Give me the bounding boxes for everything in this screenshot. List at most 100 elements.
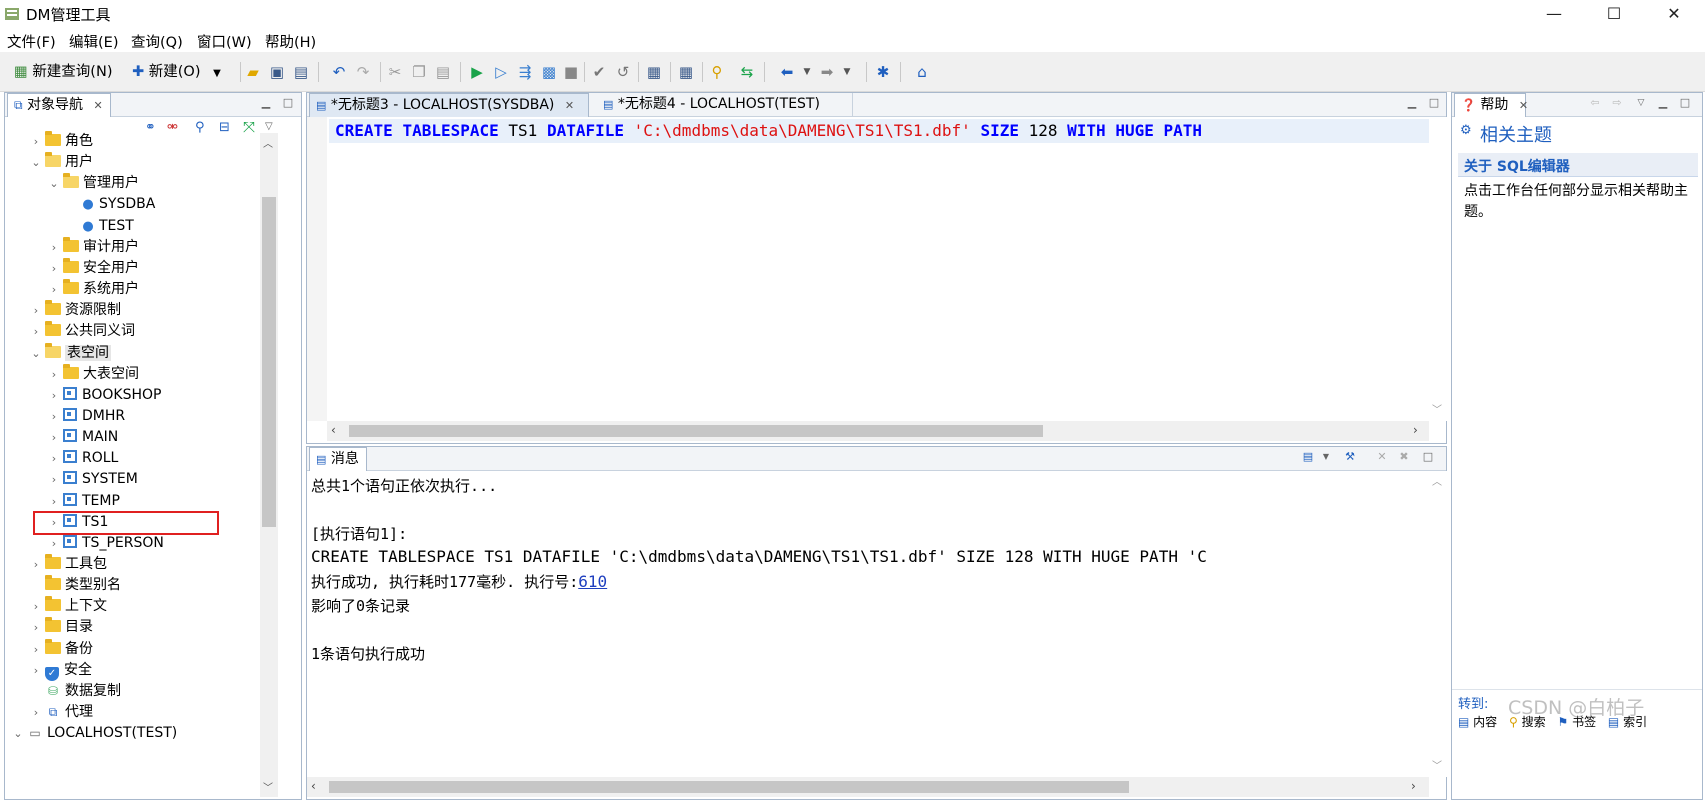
tree-item[interactable]: › TEMP — [47, 491, 120, 512]
tree-item[interactable]: › 安全用户 — [47, 257, 139, 279]
tab-object-navigator[interactable]: ⧉ 对象导航 ✕ — [7, 93, 111, 117]
debug-search-icon[interactable]: ⚲ — [708, 63, 726, 81]
forward-icon[interactable]: ⇨ — [1610, 96, 1624, 110]
tree-item[interactable]: › DMHR — [47, 406, 125, 427]
tree-item[interactable]: ● SYSDBA — [65, 194, 155, 215]
editor-hscroll-thumb[interactable] — [349, 425, 1043, 437]
chevron-right-icon[interactable]: › — [47, 469, 61, 490]
tree-item[interactable]: › BOOKSHOP — [47, 385, 161, 406]
messages-hscrollbar[interactable]: ‹ › — [307, 777, 1429, 797]
chevron-down-icon[interactable]: ▼ — [1319, 450, 1333, 464]
chevron-right-icon[interactable]: › — [47, 258, 61, 279]
close-button[interactable]: ✕ — [1648, 0, 1700, 28]
tree-item[interactable]: › 系统用户 — [47, 279, 139, 300]
tree-item[interactable]: ⌄ ▭ LOCALHOST(TEST) — [11, 723, 177, 744]
menu-edit[interactable]: 编辑(E) — [69, 31, 118, 52]
chevron-right-icon[interactable]: › — [47, 237, 61, 258]
back-dropdown-icon[interactable]: ▼ — [798, 63, 816, 81]
calendar-icon[interactable]: ▦ — [645, 63, 663, 81]
tree-item[interactable]: › TS_PERSON — [47, 533, 164, 554]
minimize-icon[interactable]: ▁ — [1405, 96, 1419, 110]
commit-icon[interactable]: ✔ — [590, 63, 608, 81]
chevron-right-icon[interactable]: › — [29, 131, 43, 152]
tree-item[interactable]: › ⧉ 代理 — [29, 702, 93, 723]
scroll-right-icon[interactable]: › — [1411, 779, 1416, 793]
minimize-icon[interactable]: ▁ — [259, 96, 273, 110]
maximize-icon[interactable]: □ — [1427, 96, 1441, 110]
run-selected-icon[interactable]: ▷ — [492, 63, 510, 81]
rollback-icon[interactable]: ↺ — [614, 63, 632, 81]
chevron-right-icon[interactable]: › — [47, 427, 61, 448]
editor-vscrollbar[interactable]: ﹀ — [1429, 117, 1447, 421]
chevron-right-icon[interactable]: › — [29, 702, 43, 723]
remove-icon[interactable]: ✕ — [1375, 450, 1389, 464]
scroll-down-icon[interactable]: ﹀ — [1432, 401, 1442, 416]
chevron-right-icon[interactable]: › — [29, 617, 43, 638]
clear-messages-icon[interactable]: ⚒ — [1343, 450, 1357, 464]
open-folder-icon[interactable]: ▰ — [244, 63, 262, 81]
messages-hscroll-thumb[interactable] — [329, 781, 1129, 793]
home-icon[interactable]: ⌂ — [913, 63, 931, 81]
remove-all-icon[interactable]: ✖ — [1397, 450, 1411, 464]
new-query-button[interactable]: ▦ 新建查询(N) — [14, 60, 112, 84]
messages-vscrollbar[interactable]: ︿ ﹀ — [1429, 471, 1447, 777]
back-icon[interactable]: ⇦ — [1588, 96, 1602, 110]
tree-item[interactable]: › 大表空间 — [47, 363, 139, 385]
chevron-right-icon[interactable]: › — [29, 554, 43, 575]
scroll-left-icon[interactable]: ‹ — [331, 423, 336, 437]
save-all-icon[interactable]: ▤ — [292, 63, 310, 81]
maximize-icon[interactable]: □ — [1678, 96, 1692, 110]
exec-number-link[interactable]: 610 — [578, 572, 607, 591]
scroll-up-icon[interactable]: ︿ — [1432, 473, 1442, 488]
editor-hscrollbar[interactable]: ‹ › — [327, 421, 1429, 441]
scroll-down-icon[interactable]: ﹀ — [1432, 757, 1442, 772]
chevron-right-icon[interactable]: › — [29, 639, 43, 660]
view-menu-icon[interactable]: ▽ — [265, 121, 273, 132]
scroll-down-icon[interactable]: ﹀ — [263, 779, 273, 794]
chevron-right-icon[interactable]: › — [47, 406, 61, 427]
navigator-scrollbar[interactable]: ︿ ﹀ — [260, 133, 278, 797]
chevron-right-icon[interactable]: › — [47, 364, 61, 385]
run-script-icon[interactable]: ▩ — [540, 63, 558, 81]
close-icon[interactable]: ✕ — [1519, 99, 1528, 112]
chevron-right-icon[interactable]: › — [47, 448, 61, 469]
chevron-right-icon[interactable]: › — [29, 321, 43, 342]
tree-item[interactable]: › 资源限制 — [29, 300, 121, 321]
redo-icon[interactable]: ↷ — [354, 63, 372, 81]
bug-icon[interactable]: ✱ — [874, 63, 892, 81]
tree-item[interactable]: ⛁ 数据复制 — [29, 681, 121, 702]
scroll-right-icon[interactable]: › — [1413, 423, 1418, 437]
save-icon[interactable]: ▣ — [268, 63, 286, 81]
tree-item[interactable]: › 备份 — [29, 638, 93, 660]
scroll-up-icon[interactable]: ︿ — [263, 135, 273, 150]
chevron-right-icon[interactable]: › — [29, 300, 43, 321]
maximize-icon[interactable]: □ — [1421, 450, 1435, 464]
new-button[interactable]: ✚ 新建(O) ▼ — [132, 60, 221, 84]
chevron-down-icon[interactable]: ⌄ — [47, 173, 61, 194]
stop-icon[interactable]: ■ — [562, 63, 580, 81]
menu-window[interactable]: 窗口(W) — [197, 31, 252, 52]
tree-item[interactable]: ● TEST — [65, 216, 134, 237]
maximize-icon[interactable]: □ — [281, 96, 295, 110]
minimize-button[interactable]: — — [1528, 0, 1580, 28]
copy-icon[interactable]: ❐ — [410, 63, 428, 81]
chevron-right-icon[interactable]: › — [47, 385, 61, 406]
tree-item[interactable]: ⌄ 管理用户 — [47, 173, 139, 194]
tree-item[interactable]: › 角色 — [29, 131, 93, 152]
maximize-button[interactable]: ☐ — [1588, 0, 1640, 28]
tree-item[interactable]: › TS1 — [33, 510, 219, 535]
forward-icon[interactable]: ➡ — [818, 63, 836, 81]
view-menu-icon[interactable]: ▽ — [1634, 96, 1648, 110]
display-options-icon[interactable]: ▤ — [1301, 450, 1315, 464]
navigator-scroll-thumb[interactable] — [262, 197, 276, 527]
minimize-icon[interactable]: ▁ — [1656, 96, 1670, 110]
tree-item[interactable]: › ✓ 安全 — [29, 660, 92, 681]
chevron-right-icon[interactable]: › — [29, 660, 43, 681]
back-icon[interactable]: ⬅ — [778, 63, 796, 81]
undo-icon[interactable]: ↶ — [330, 63, 348, 81]
tree-item[interactable]: › MAIN — [47, 427, 118, 448]
help-section-header[interactable]: 关于 SQL编辑器 — [1458, 153, 1698, 177]
transfer-icon[interactable]: ⇆ — [738, 63, 756, 81]
tab-editor-test[interactable]: ▤ *无标题4 - LOCALHOST(TEST) — [597, 93, 853, 117]
menu-query[interactable]: 查询(Q) — [131, 31, 183, 52]
